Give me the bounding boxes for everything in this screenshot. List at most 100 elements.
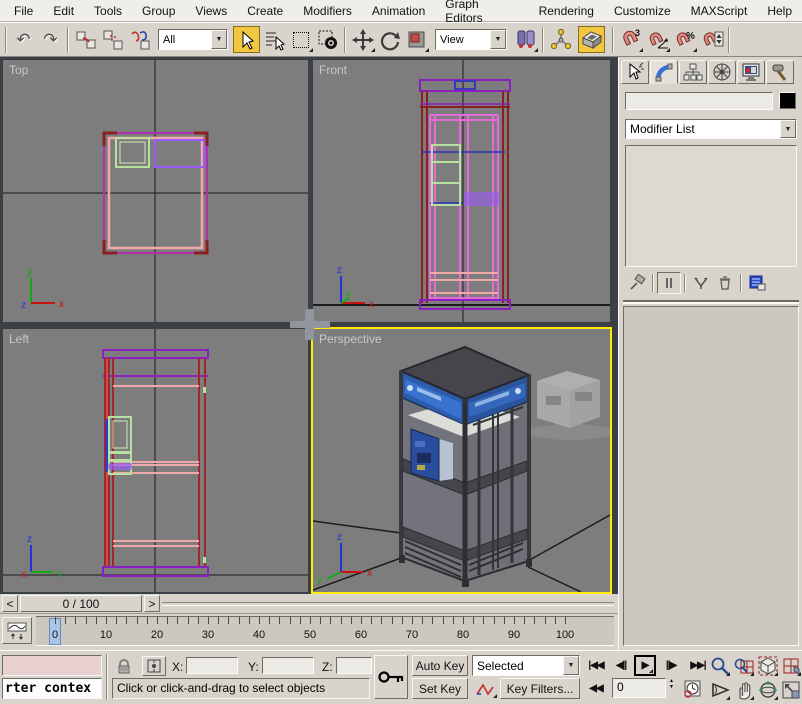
tab-display[interactable] <box>737 60 765 84</box>
play-animation-button[interactable]: ▶ <box>634 655 656 676</box>
viewport-top-label[interactable]: Top <box>9 63 28 77</box>
default-in-out-tangents-button[interactable] <box>472 678 498 699</box>
configure-modifier-sets-button[interactable] <box>745 272 769 294</box>
menu-item-help[interactable]: Help <box>757 2 802 20</box>
go-to-end-button[interactable]: ▶▶| <box>686 655 710 676</box>
select-and-move-button[interactable] <box>349 26 376 53</box>
ghost-box-object[interactable] <box>527 371 610 440</box>
menu-item-modifiers[interactable]: Modifiers <box>293 2 362 20</box>
menu-item-rendering[interactable]: Rendering <box>529 2 604 20</box>
go-to-start-button[interactable]: |◀◀ <box>584 655 608 676</box>
rollout-area[interactable] <box>623 306 799 646</box>
viewport-top[interactable]: Top y x z <box>3 60 308 322</box>
zoom-extents-button[interactable] <box>756 654 779 677</box>
window-crossing-toggle-button[interactable] <box>314 26 341 53</box>
track-bar-ruler[interactable]: 0102030405060708090100 <box>36 616 614 646</box>
z-coordinate-field[interactable] <box>336 657 372 674</box>
tab-hierarchy[interactable] <box>679 60 707 84</box>
menu-item-views[interactable]: Views <box>185 2 237 20</box>
percent-snap-toggle-button[interactable]: % <box>671 26 698 53</box>
y-coordinate-field[interactable] <box>262 657 314 674</box>
field-of-view-button[interactable] <box>708 678 731 701</box>
time-slider-thumb-button[interactable]: 0 / 100 <box>20 595 142 612</box>
selection-filter-dropdown[interactable]: All ▼ <box>158 29 228 50</box>
set-key-button[interactable]: Set Key <box>412 678 468 699</box>
show-end-result-button[interactable] <box>657 272 681 294</box>
snaps-toggle-3d-button[interactable]: 3 <box>617 26 644 53</box>
previous-frame-button[interactable]: ◀|| <box>610 655 632 676</box>
viewport-left-label[interactable]: Left <box>9 332 29 346</box>
menu-item-animation[interactable]: Animation <box>362 2 435 20</box>
angle-snap-toggle-button[interactable] <box>644 26 671 53</box>
unlink-selection-button[interactable] <box>99 26 126 53</box>
viewport-front[interactable]: Front <box>313 60 610 322</box>
modifier-stack-list[interactable] <box>625 145 797 267</box>
phone-booth-wireframe-front[interactable] <box>420 80 510 309</box>
rectangular-selection-region-button[interactable] <box>287 26 314 53</box>
pin-stack-button[interactable] <box>625 272 649 294</box>
current-frame-field[interactable]: 0 <box>612 678 666 698</box>
min-max-toggle-button[interactable] <box>780 678 802 701</box>
menu-item-maxscript[interactable]: MAXScript <box>681 2 758 20</box>
select-by-name-button[interactable] <box>260 26 287 53</box>
use-pivot-point-center-button[interactable] <box>512 26 539 53</box>
ruler-tick <box>259 617 260 624</box>
zoom-all-button[interactable] <box>732 654 755 677</box>
keyboard-shortcut-override-toggle[interactable] <box>578 26 605 53</box>
time-configuration-button[interactable] <box>681 678 705 699</box>
key-mode-toggle-button[interactable]: ◀◀ <box>584 678 608 699</box>
key-filters-button[interactable]: Key Filters... <box>500 678 580 699</box>
absolute-offset-mode-toggle[interactable] <box>142 656 166 676</box>
bind-to-space-warp-button[interactable] <box>126 26 153 53</box>
menu-item-edit[interactable]: Edit <box>43 2 84 20</box>
tab-modify[interactable] <box>650 60 678 84</box>
zoom-extents-all-button[interactable] <box>780 654 802 677</box>
object-color-swatch[interactable] <box>779 92 796 109</box>
menu-item-customize[interactable]: Customize <box>604 2 681 20</box>
make-unique-button[interactable] <box>689 272 713 294</box>
viewport-front-label[interactable]: Front <box>319 63 347 77</box>
reference-coord-system-dropdown[interactable]: View ▼ <box>435 29 507 50</box>
frame-spinner[interactable]: ▲ ▼ <box>666 678 677 698</box>
select-and-manipulate-button[interactable] <box>547 26 574 53</box>
modifier-list-dropdown[interactable]: Modifier List ▼ <box>625 119 797 139</box>
open-mini-curve-editor-button[interactable] <box>2 617 32 644</box>
macro-recorder-pane[interactable] <box>2 655 102 676</box>
phone-booth-shaded[interactable] <box>399 347 532 587</box>
tab-utilities[interactable] <box>766 60 794 84</box>
select-and-rotate-button[interactable] <box>376 26 403 53</box>
time-slider-track[interactable] <box>162 602 614 606</box>
auto-key-button[interactable]: Auto Key <box>412 655 468 676</box>
viewport-left[interactable]: Left <box>3 329 308 592</box>
select-object-button[interactable] <box>233 26 260 53</box>
x-coordinate-field[interactable] <box>186 657 238 674</box>
menu-item-file[interactable]: File <box>4 2 43 20</box>
viewport-perspective-label[interactable]: Perspective <box>319 332 382 346</box>
viewport-splitter-vertical[interactable] <box>305 309 314 340</box>
spinner-down-icon[interactable]: ▼ <box>666 684 677 690</box>
zoom-button[interactable] <box>708 654 731 677</box>
menu-item-group[interactable]: Group <box>132 2 185 20</box>
viewport-perspective[interactable]: Perspective <box>311 327 612 594</box>
display-icon <box>741 62 761 82</box>
undo-button[interactable]: ↶ <box>10 26 37 53</box>
select-and-link-button[interactable] <box>72 26 99 53</box>
redo-button[interactable]: ↷ <box>37 26 64 53</box>
next-frame-button[interactable]: ||▶ <box>660 655 682 676</box>
maxscript-mini-listener[interactable]: rter contex <box>2 678 102 699</box>
key-filter-scope-dropdown[interactable]: Selected ▼ <box>472 655 580 676</box>
remove-modifier-button[interactable] <box>713 272 737 294</box>
tab-create[interactable] <box>621 60 649 84</box>
menu-item-create[interactable]: Create <box>237 2 293 20</box>
time-slider-prev-button[interactable]: < <box>2 595 18 612</box>
select-and-scale-button[interactable] <box>403 26 430 53</box>
spinner-snap-toggle-button[interactable] <box>698 26 725 53</box>
set-keys-button[interactable] <box>374 655 408 699</box>
object-name-field[interactable] <box>625 92 773 110</box>
time-slider-next-button[interactable]: > <box>144 595 160 612</box>
tab-motion[interactable] <box>708 60 736 84</box>
menu-item-tools[interactable]: Tools <box>84 2 132 20</box>
selection-lock-toggle[interactable] <box>112 656 136 676</box>
arc-rotate-button[interactable] <box>756 678 779 701</box>
pan-view-button[interactable] <box>732 678 755 701</box>
